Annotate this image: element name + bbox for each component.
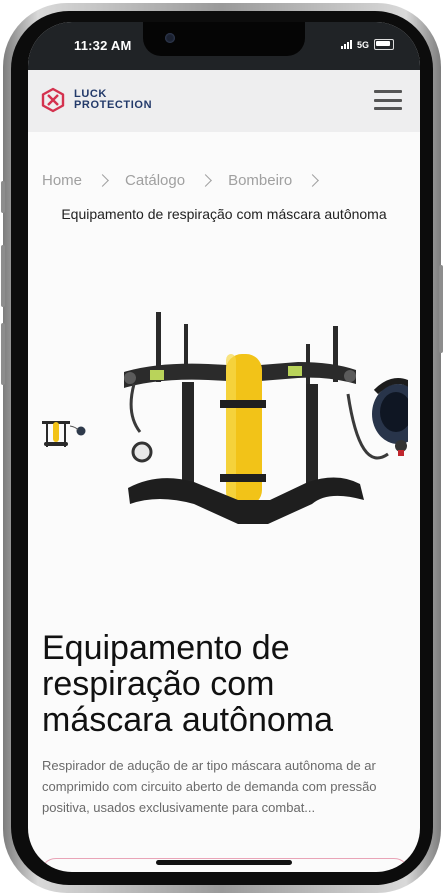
home-indicator[interactable] [156,860,292,865]
chevron-right-icon [306,174,320,187]
product-title: Equipamento de respiração com máscara au… [42,629,334,739]
brand-logo[interactable]: LUCK PROTECTION [40,87,152,113]
chevron-right-icon [96,174,109,187]
power-button [439,265,443,353]
notch [143,22,305,56]
status-indicators: 5G [340,39,394,50]
camera-icon [165,33,175,43]
chevron-right-icon [199,174,212,187]
mute-switch [1,181,5,213]
volume-up-button [1,245,5,307]
logo-mark-icon [41,87,65,113]
status-time: 11:32 AM [74,38,132,53]
screen: 11:32 AM 5G LUCK PROTECTION Home Catálog… [28,22,420,872]
breadcrumb-catalog[interactable]: Catálogo [125,172,185,189]
volume-down-button [1,323,5,385]
product-description: Respirador de adução de ar tipo máscara … [42,758,377,815]
network-label: 5G [356,39,369,50]
site-header: LUCK PROTECTION [28,70,420,132]
product-thumbnail[interactable] [40,418,88,452]
status-bar: 11:32 AM 5G [28,22,420,70]
signal-icon [340,40,352,49]
brand-wordmark: LUCK PROTECTION [74,89,152,111]
breadcrumb: Home Catálogo Bombeiro [42,172,335,189]
breadcrumb-home[interactable]: Home [42,172,82,189]
breathing-apparatus-image [124,312,408,524]
product-subtitle: Equipamento de respiração com máscara au… [61,206,387,222]
breadcrumb-firefighter[interactable]: Bombeiro [228,172,292,189]
hamburger-menu-icon[interactable] [374,90,402,110]
battery-icon [374,39,394,50]
brand-line-2: PROTECTION [74,99,153,111]
